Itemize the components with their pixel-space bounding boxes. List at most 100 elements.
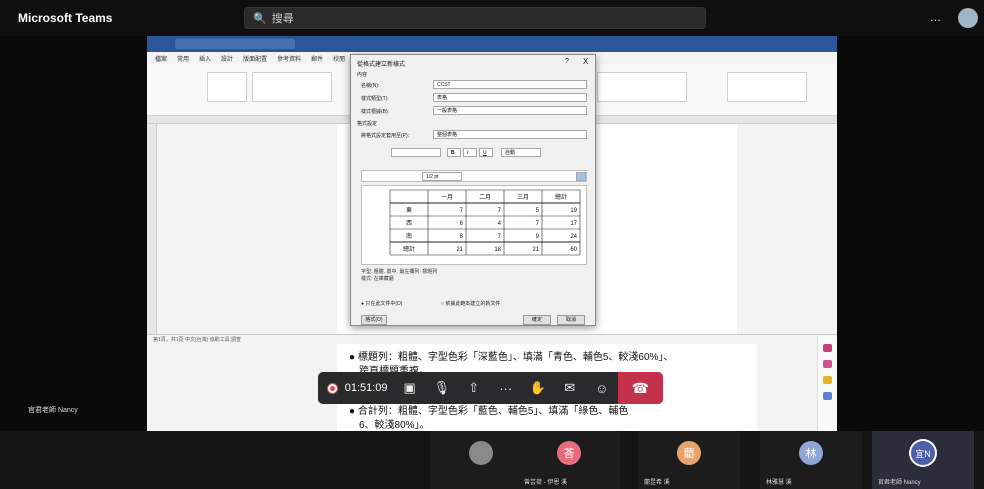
bullet-continuation: 6、較淺80%」。 <box>359 420 430 431</box>
participant-name: 官君老師 Nancy <box>878 480 921 486</box>
ribbon-tab[interactable]: 設計 <box>221 54 233 63</box>
table-cell: 21 <box>456 247 463 253</box>
border-button[interactable] <box>576 172 586 181</box>
participant-avatar: 藺 <box>677 441 701 465</box>
meeting-controls: 01:51:09 ▣ 🎙 ⇧ ··· ✋ ✉ ☺ ☎ <box>318 372 663 404</box>
preview-table: 一月 二月 三月 總計東 7 7 5 19西 6 4 7 17南 8 7 9 24總計 21 18 21 60 <box>389 189 581 256</box>
table-cell: 17 <box>570 221 577 227</box>
italic-button[interactable]: I <box>463 148 477 157</box>
column-header: 三月 <box>517 194 529 201</box>
ribbon-tab[interactable]: 常用 <box>177 54 189 63</box>
profile-avatar[interactable] <box>958 8 978 28</box>
participant-tile[interactable]: 荅曾芸荷 - 伊恩 溪 <box>518 431 620 489</box>
presenter-name: 官君老師 Nancy <box>28 407 78 414</box>
ribbon-tab[interactable]: 版面配置 <box>243 54 267 63</box>
radio-doc[interactable]: ● 只在此文件中(D) <box>361 300 402 307</box>
mic-off-icon[interactable]: 🎙 <box>426 372 458 404</box>
apply-label: 將格式設定套用至(P): <box>361 133 410 139</box>
name-field[interactable]: CCST <box>433 80 587 89</box>
participant-avatar <box>469 441 493 465</box>
table-cell: 6 <box>460 221 464 227</box>
ribbon-group <box>727 72 807 102</box>
participant-tile[interactable]: 宜N 官君老師 Nancy <box>872 431 974 489</box>
tool-icon[interactable] <box>823 344 832 352</box>
hang-up-button[interactable]: ☎ <box>617 372 663 404</box>
table-preview: 一月 二月 三月 總計東 7 7 5 19 西 6 4 7 17 南 8 7 9 24 總計 21 18 21 60 <box>361 185 587 265</box>
chat-icon[interactable]: ✉ <box>554 372 586 404</box>
app-title: Microsoft Teams <box>18 11 113 25</box>
radio-template[interactable]: ○ 依據此範本建立的新文件 <box>441 300 500 307</box>
dialog-title: 從格式建立新樣式 <box>357 62 406 68</box>
radio-doc-label: 只在此文件中(D) <box>365 301 403 307</box>
column-header: 總計 <box>555 193 567 201</box>
ribbon-tab[interactable]: 檔案 <box>155 54 167 63</box>
format-button[interactable]: 格式(O) <box>361 315 387 325</box>
meeting-timer: 01:51:09 <box>344 382 388 394</box>
more-options-button[interactable]: ... <box>930 9 941 24</box>
row-label: 東 <box>406 206 412 214</box>
bullet-item: ● 合計列：粗體、字型色彩「藍色、輔色5」、填滿「綠色、輔色 <box>349 406 629 417</box>
section-format: 格式設定 <box>357 121 378 127</box>
name-label: 名稱(N): <box>361 83 380 89</box>
recording-icon <box>328 383 337 393</box>
font-select[interactable] <box>391 148 441 157</box>
participants-icon[interactable]: ☺ <box>586 372 618 404</box>
table-cell: 4 <box>498 221 502 227</box>
ribbon-tab[interactable]: 校閱 <box>333 54 345 63</box>
row-label: 南 <box>406 232 412 240</box>
row-label: 總計 <box>403 245 415 253</box>
base-select[interactable]: 一般表格 <box>433 106 587 115</box>
participant-avatar: 宜N <box>911 441 935 465</box>
ribbon-tab[interactable]: 參考資料 <box>277 54 301 63</box>
side-toolbar <box>817 336 837 431</box>
new-style-dialog: 從格式建立新樣式 ? X 內容 名稱(N): CCST 樣式類型(T): 表格 … <box>350 54 596 326</box>
more-actions-icon[interactable]: ··· <box>490 372 522 404</box>
ribbon-tab[interactable]: 插入 <box>199 54 211 63</box>
type-select[interactable]: 表格 <box>433 93 587 102</box>
table-cell: 21 <box>532 247 539 253</box>
ribbon-group <box>597 72 687 102</box>
participant-tile[interactable]: 藺藺昱希 溪 <box>638 431 740 489</box>
camera-off-icon[interactable]: ▣ <box>394 372 426 404</box>
table-cell: 18 <box>494 247 501 253</box>
font-size-select[interactable]: 自動 <box>501 148 541 157</box>
line-weight-select[interactable]: 1/2 pt <box>422 172 462 181</box>
ok-button[interactable]: 確定 <box>523 315 551 325</box>
share-screen-icon[interactable]: ⇧ <box>458 372 490 404</box>
tool-icon[interactable] <box>823 392 832 400</box>
participant-tile[interactable]: 林林雅慧 溪 <box>760 431 862 489</box>
tool-icon[interactable] <box>823 376 832 384</box>
border-format-bar: 1/2 pt <box>361 170 587 182</box>
table-cell: 5 <box>536 208 540 214</box>
ribbon-tab[interactable]: 郵件 <box>311 54 323 63</box>
raise-hand-icon[interactable]: ✋ <box>522 372 554 404</box>
teams-title-bar: Microsoft Teams 🔍 搜尋 ... <box>0 0 984 36</box>
participant-name: 曾芸荷 - 伊恩 溪 <box>524 480 567 486</box>
section-properties: 內容 <box>357 72 368 78</box>
vertical-ruler <box>147 124 157 334</box>
bold-button[interactable]: B <box>447 148 461 157</box>
word-title-bar <box>147 36 837 52</box>
table-cell: 7 <box>498 234 502 240</box>
table-cell: 24 <box>570 234 577 240</box>
participant-avatar: 荅 <box>557 441 581 465</box>
word-status-bar: 第1頁，共1頁 中文(台灣) 協助工具:調查 <box>147 334 837 344</box>
participant-tile[interactable] <box>430 431 532 489</box>
column-header: 一月 <box>441 194 453 201</box>
cancel-button[interactable]: 取消 <box>557 315 585 325</box>
table-cell: 7 <box>460 208 464 214</box>
ribbon-group <box>252 72 332 102</box>
help-button[interactable]: ? <box>565 58 569 65</box>
desc-line-2: 樣式: 在庫藏廳 <box>361 276 394 282</box>
apply-select[interactable]: 整個表格 <box>433 130 587 139</box>
ribbon-group <box>207 72 247 102</box>
participant-name: 林雅慧 溪 <box>766 480 792 486</box>
base-label: 樣式根據(B): <box>361 109 390 115</box>
close-button[interactable]: X <box>583 57 588 66</box>
participant-name: 藺昱希 溪 <box>644 480 670 486</box>
underline-button[interactable]: U <box>479 148 493 157</box>
tool-icon[interactable] <box>823 360 832 368</box>
search-input[interactable]: 🔍 搜尋 <box>244 7 706 29</box>
participant-avatar: 林 <box>799 441 823 465</box>
search-placeholder: 搜尋 <box>271 13 294 25</box>
